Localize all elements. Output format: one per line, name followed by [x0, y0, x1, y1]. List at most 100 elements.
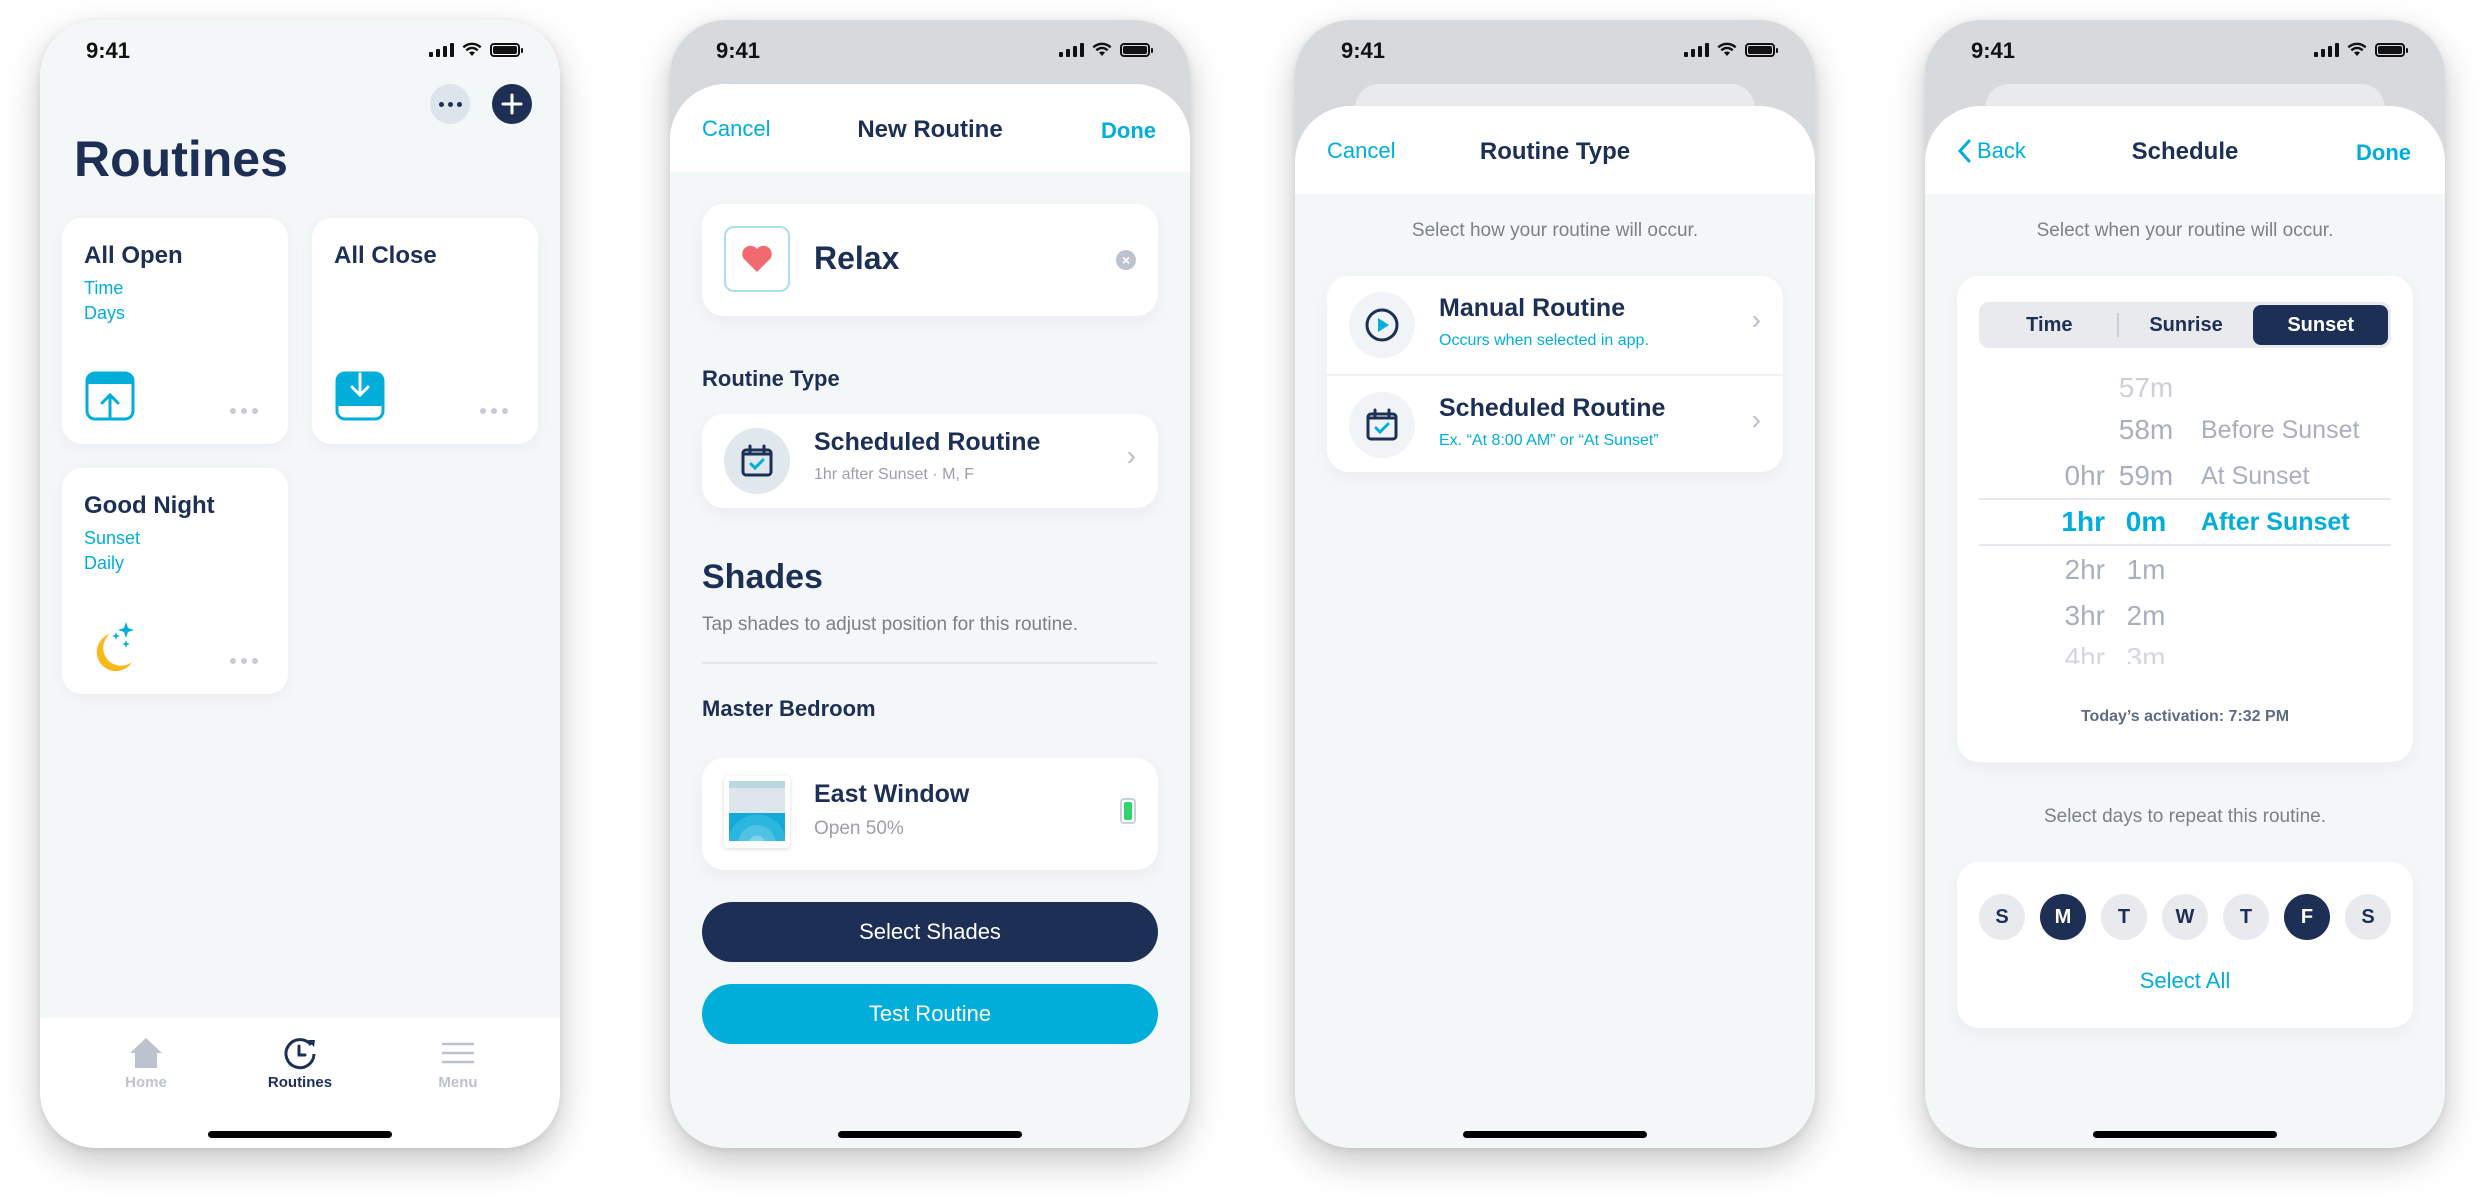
battery-icon	[490, 42, 523, 57]
tab-home[interactable]: Home	[86, 1036, 206, 1091]
battery-level-icon	[1120, 798, 1136, 824]
schedule-card: Time Sunrise Sunset 0hr 1hr 2hr 3hr 4hr …	[1957, 276, 2413, 762]
done-button[interactable]: Done	[2356, 140, 2411, 166]
shades-hint: Tap shades to adjust position for this r…	[702, 614, 1079, 635]
wifi-icon	[1092, 42, 1112, 56]
home-icon	[130, 1038, 162, 1068]
header-actions	[430, 84, 532, 124]
day-saturday[interactable]: S	[2345, 894, 2391, 940]
nav-bar: Cancel New Routine Done	[670, 84, 1190, 172]
shades-title: Shades	[702, 558, 823, 596]
status-bar: 9:41	[40, 20, 560, 84]
moon-stars-icon	[96, 622, 134, 672]
home-indicator	[1463, 1131, 1647, 1138]
room-label: Master Bedroom	[702, 696, 876, 721]
offset-picker[interactable]: 0hr 1hr 2hr 3hr 4hr 57m 58m 59m 0m 1m 2m…	[1979, 368, 2391, 664]
schedule-sheet: Back Schedule Done Select when your rout…	[1925, 106, 2445, 1148]
routine-type-hint: Select how your routine will occur.	[1411, 220, 1699, 241]
days-card: S M T W T F S Select All	[1957, 862, 2413, 1028]
routine-options-button[interactable]	[230, 658, 258, 664]
day-thursday[interactable]: T	[2223, 894, 2269, 940]
battery-icon	[2375, 42, 2408, 57]
add-routine-button[interactable]	[492, 84, 532, 124]
test-routine-button[interactable]: Test Routine	[702, 984, 1158, 1044]
routine-type-row[interactable]: Scheduled Routine 1hr after Sunset · M, …	[702, 414, 1158, 508]
days-hint: Select days to repeat this routine.	[2044, 806, 2326, 827]
select-shades-button[interactable]: Select Shades	[702, 902, 1158, 962]
picker-minute: 3m	[2126, 642, 2166, 664]
day-friday[interactable]: F	[2284, 894, 2330, 940]
phone-routines-screen: 9:41 Routines All Open Time Days All Clo…	[40, 20, 560, 1148]
option-manual-routine[interactable]: Manual Routine Occurs when selected in a…	[1327, 276, 1783, 374]
segment-time[interactable]: Time	[1982, 305, 2117, 345]
activation-time: Today’s activation: 7:32 PM	[2080, 708, 2290, 725]
option-subtitle: Occurs when selected in app.	[1439, 332, 1649, 349]
clear-text-button[interactable]: ×	[1116, 250, 1136, 270]
picker-hour: 3hr	[2064, 600, 2105, 631]
home-indicator	[208, 1131, 392, 1138]
routine-detail-time: Time	[84, 278, 124, 298]
day-tuesday[interactable]: T	[2101, 894, 2147, 940]
routine-card-all-close[interactable]: All Close	[312, 218, 538, 444]
option-title: Scheduled Routine	[1439, 394, 1666, 422]
nav-bar: Back Schedule Done	[1925, 106, 2445, 194]
picker-relation-selected: After Sunset	[2201, 508, 2350, 536]
shade-close-icon	[335, 371, 385, 421]
picker-minute: 2m	[2126, 600, 2166, 631]
battery-icon	[1120, 42, 1153, 57]
new-routine-sheet: Cancel New Routine Done Relax × Routine …	[670, 84, 1190, 1148]
done-button[interactable]: Done	[1101, 118, 1156, 144]
home-indicator	[2093, 1131, 2277, 1138]
clock-icon	[284, 1038, 316, 1070]
routine-details: Sunset Daily	[84, 526, 140, 576]
more-options-button[interactable]	[430, 84, 470, 124]
picker-relation: Before Sunset	[2201, 416, 2360, 444]
tab-menu[interactable]: Menu	[398, 1036, 518, 1091]
tab-routines[interactable]: Routines	[240, 1036, 360, 1091]
ellipsis-icon	[438, 101, 462, 107]
tab-label: Menu	[438, 1074, 478, 1091]
routine-detail-days: Days	[84, 303, 126, 323]
status-time: 9:41	[716, 38, 761, 63]
segment-sunset[interactable]: Sunset	[2253, 305, 2389, 345]
picker-hour: 2hr	[2064, 554, 2105, 585]
phone-routine-type-screen: 9:41 Cancel Routine Type Select how your…	[1295, 20, 1815, 1148]
routine-details: Time Days	[84, 276, 125, 326]
routine-name-value[interactable]: Relax	[814, 240, 899, 277]
signal-icon	[429, 42, 454, 57]
select-all-button[interactable]: Select All	[1957, 968, 2413, 994]
wifi-icon	[2347, 42, 2367, 56]
routine-card-good-night[interactable]: Good Night Sunset Daily	[62, 468, 288, 694]
picker-hour: 4hr	[2064, 642, 2105, 664]
chevron-right-icon: ›	[1751, 304, 1761, 335]
wifi-icon	[462, 42, 482, 56]
battery-icon	[1745, 42, 1778, 57]
routine-options-button[interactable]	[230, 408, 258, 414]
routine-name-field[interactable]: Relax ×	[702, 204, 1158, 316]
routine-detail-days: Daily	[84, 553, 125, 573]
day-monday[interactable]: M	[2040, 894, 2086, 940]
routine-options-button[interactable]	[480, 408, 508, 414]
option-scheduled-routine[interactable]: Scheduled Routine Ex. “At 8:00 AM” or “A…	[1327, 374, 1783, 472]
routine-card-all-open[interactable]: All Open Time Days	[62, 218, 288, 444]
tab-label: Home	[125, 1074, 167, 1091]
shade-name: East Window	[814, 780, 970, 808]
day-sunday[interactable]: S	[1979, 894, 2025, 940]
shade-row[interactable]: East Window Open 50%	[702, 758, 1158, 870]
day-selector: S M T W T F S	[1979, 894, 2391, 940]
menu-icon	[442, 1042, 474, 1064]
routine-name: All Open	[84, 242, 183, 269]
picker-minute: 1m	[2126, 554, 2166, 585]
routine-type-label: Routine Type	[702, 366, 840, 391]
calendar-check-icon	[741, 444, 773, 477]
day-wednesday[interactable]: W	[2162, 894, 2208, 940]
routine-icon-picker[interactable]	[724, 226, 790, 292]
routine-type-options: Manual Routine Occurs when selected in a…	[1327, 276, 1783, 472]
chevron-right-icon: ›	[1126, 440, 1136, 471]
segment-sunrise[interactable]: Sunrise	[2119, 305, 2254, 345]
nav-title: Routine Type	[1479, 138, 1631, 165]
option-title: Manual Routine	[1439, 294, 1626, 322]
schedule-hint: Select when your routine will occur.	[2036, 220, 2334, 241]
routine-name: Good Night	[84, 492, 215, 519]
signal-icon	[1059, 42, 1084, 57]
